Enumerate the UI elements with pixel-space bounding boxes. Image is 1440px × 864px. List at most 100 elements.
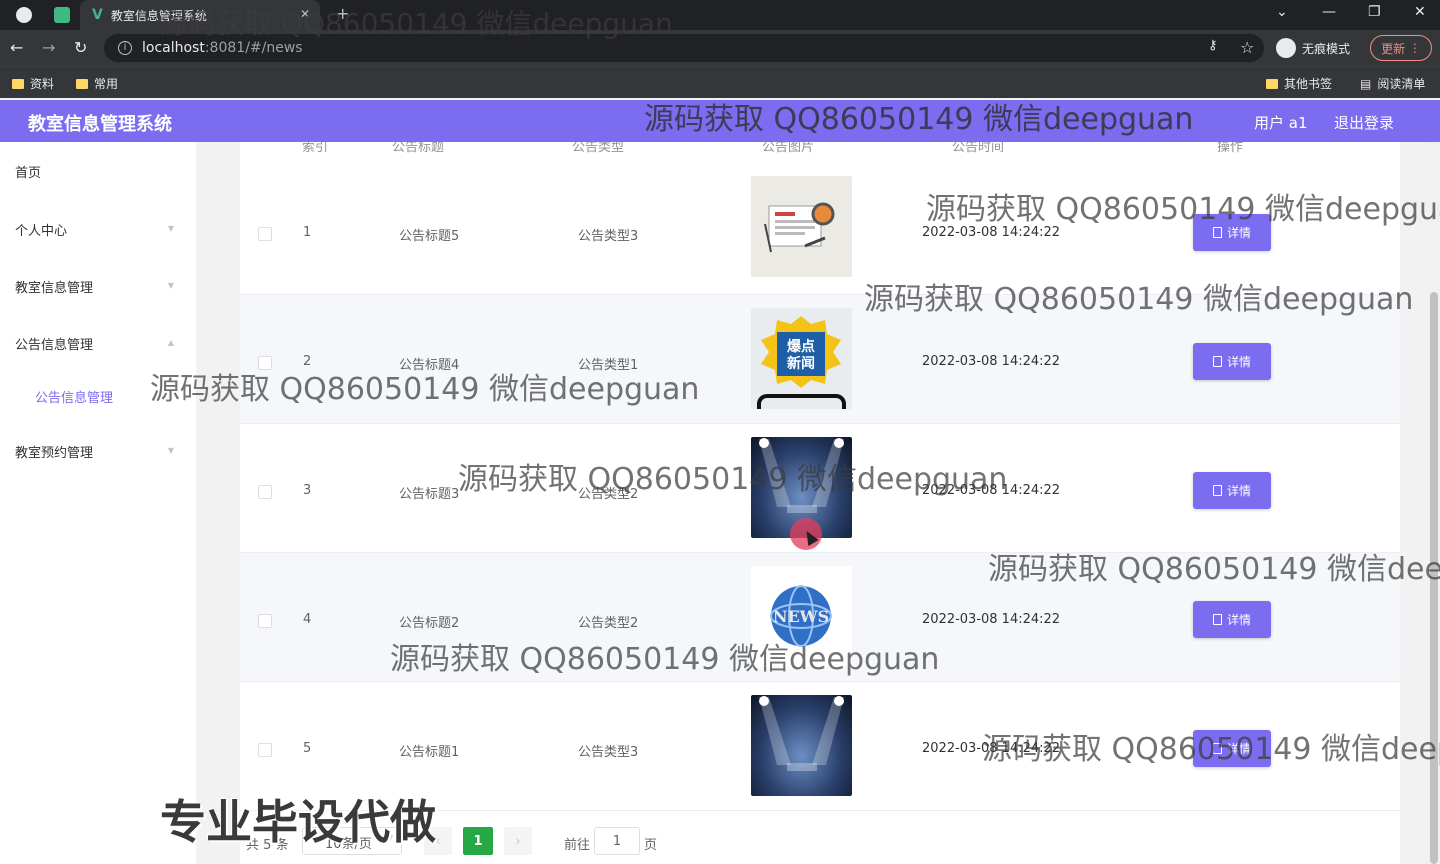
cell-type: 公告类型3 (578, 745, 639, 760)
cell-title: 公告标题3 (399, 487, 460, 502)
cell-index: 3 (303, 483, 312, 498)
sidebar-item-classroom[interactable]: 教室信息管理 (15, 277, 93, 296)
svg-text:新闻: 新闻 (787, 355, 815, 372)
chevron-up-icon: ▲ (167, 338, 174, 347)
goto-label: 前往 (564, 838, 591, 853)
cell-type: 公告类型2 (578, 616, 639, 631)
detail-button[interactable]: 详情 (1193, 214, 1271, 251)
vue-logo-icon: V (92, 7, 103, 23)
page-number-current[interactable]: 1 (463, 827, 493, 855)
url-path: :8081/#/news (204, 40, 303, 56)
detail-label: 详情 (1226, 484, 1251, 498)
bookmark-label: 常用 (94, 77, 119, 91)
main-content: 索引 公告标题 公告类型 公告图片 公告时间 操作 1 公告标题5 公告类型3 (196, 142, 1440, 864)
scrollbar-thumb[interactable] (1430, 292, 1438, 864)
page-scrollbar[interactable] (1428, 142, 1440, 864)
table-row: 4 公告标题2 公告类型2 NEWS 2022-03-08 14:24:22 详… (240, 553, 1400, 682)
next-page-button[interactable]: › (504, 827, 532, 855)
update-button[interactable]: 更新 ⋮ (1370, 35, 1432, 61)
sidebar-item-reservation[interactable]: 教室预约管理 (15, 442, 93, 461)
url-input[interactable]: i localhost:8081/#/news (104, 34, 1264, 62)
sidebar-subitem-notice-active[interactable]: 公告信息管理 (35, 387, 113, 406)
detail-label: 详情 (1226, 613, 1251, 627)
svg-text:NEWS: NEWS (773, 607, 829, 626)
table-header: 索引 公告标题 公告类型 公告图片 公告时间 操作 (240, 142, 1400, 162)
row-checkbox[interactable] (258, 485, 272, 499)
bookmark-folder-other[interactable]: 其他书签 (1266, 75, 1332, 92)
news-paper-image (751, 176, 852, 277)
chevron-down-icon: ▼ (167, 281, 174, 290)
th-title[interactable]: 公告标题 (392, 142, 444, 155)
goto-page-input[interactable] (594, 827, 640, 855)
app-header: 教室信息管理系统 用户 a1 退出登录 (0, 100, 1440, 142)
row-checkbox[interactable] (258, 356, 272, 370)
document-icon (1212, 227, 1222, 238)
window-close-icon[interactable]: ✕ (1414, 4, 1426, 20)
cell-time: 2022-03-08 14:24:22 (922, 225, 1061, 240)
minimize-icon[interactable]: — (1322, 4, 1336, 20)
detail-button[interactable]: 详情 (1193, 730, 1271, 767)
tab-close-icon[interactable]: ✕ (300, 7, 310, 21)
site-info-icon[interactable]: i (118, 41, 132, 55)
row-checkbox[interactable] (258, 743, 272, 757)
tab-title: 教室信息管理系统 (110, 8, 207, 23)
detail-button[interactable]: 详情 (1193, 472, 1271, 509)
bookmark-folder-ziliao[interactable]: 资料 (12, 75, 54, 92)
sidebar-item-profile[interactable]: 个人中心 (15, 220, 67, 239)
reading-list[interactable]: ▤ 阅读清单 (1360, 75, 1425, 92)
key-icon[interactable]: ⚷ (1208, 38, 1218, 53)
cell-title: 公告标题4 (399, 358, 460, 373)
notice-table: 索引 公告标题 公告类型 公告图片 公告时间 操作 1 公告标题5 公告类型3 (240, 142, 1400, 864)
cell-index: 4 (303, 612, 312, 627)
bookmark-folder-changyong[interactable]: 常用 (76, 75, 118, 92)
document-icon (1212, 485, 1222, 496)
promo-banner: 专业毕设代做 (160, 795, 436, 849)
pinned-tab-icon[interactable] (54, 7, 70, 23)
cell-time: 2022-03-08 14:24:22 (922, 612, 1061, 627)
browser-menu-icon[interactable] (16, 7, 32, 23)
browser-tab-bar: V 教室信息管理系统 ✕ + ⌄ — ❐ ✕ (0, 0, 1440, 30)
th-type[interactable]: 公告类型 (572, 142, 624, 155)
th-action: 操作 (1217, 142, 1244, 155)
cell-time: 2022-03-08 14:24:22 (922, 741, 1061, 756)
row-checkbox[interactable] (258, 614, 272, 628)
restore-icon[interactable]: ❐ (1368, 4, 1381, 20)
app-title: 教室信息管理系统 (28, 114, 172, 135)
url-host: localhost (142, 40, 205, 56)
document-icon (1212, 614, 1222, 625)
forward-icon[interactable]: → (42, 38, 55, 57)
sidebar-item-notice[interactable]: 公告信息管理 (15, 334, 93, 353)
bookmark-star-icon[interactable]: ☆ (1240, 38, 1254, 57)
new-tab-button[interactable]: + (336, 4, 349, 23)
th-time[interactable]: 公告时间 (952, 142, 1004, 155)
hot-news-phone-image: 爆点 新闻 (751, 308, 852, 409)
folder-icon (12, 78, 24, 89)
cell-title: 公告标题1 (399, 745, 460, 760)
logout-link[interactable]: 退出登录 (1334, 112, 1394, 133)
th-image[interactable]: 公告图片 (762, 142, 814, 155)
svg-text:爆点: 爆点 (787, 338, 815, 355)
tab-search-icon[interactable]: ⌄ (1276, 4, 1288, 20)
news-globe-image: NEWS (751, 566, 852, 667)
cell-type: 公告类型1 (578, 358, 639, 373)
incognito-indicator[interactable]: 无痕模式 (1276, 34, 1350, 62)
table-row: 2 公告标题4 公告类型1 爆点 新闻 2022-03-08 14:24:22 … (240, 295, 1400, 424)
reload-icon[interactable]: ↻ (74, 38, 87, 57)
th-index: 索引 (302, 142, 329, 155)
sidebar-item-home[interactable]: 首页 (15, 162, 41, 181)
back-icon[interactable]: ← (10, 38, 23, 57)
cell-type: 公告类型3 (578, 229, 639, 244)
row-checkbox[interactable] (258, 227, 272, 241)
cell-type: 公告类型2 (578, 487, 639, 502)
incognito-label: 无痕模式 (1302, 41, 1351, 56)
folder-icon (76, 78, 88, 89)
chevron-down-icon: ▼ (167, 446, 174, 455)
cell-title: 公告标题2 (399, 616, 460, 631)
cell-index: 1 (303, 225, 312, 240)
detail-button[interactable]: 详情 (1193, 343, 1271, 380)
cell-index: 2 (303, 354, 312, 369)
detail-button[interactable]: 详情 (1193, 601, 1271, 638)
browser-tab-active[interactable]: V 教室信息管理系统 ✕ (80, 0, 320, 30)
sidebar: 首页 个人中心 ▼ 教室信息管理 ▼ 公告信息管理 ▲ 公告信息管理 教室预约管… (0, 142, 196, 864)
cell-time: 2022-03-08 14:24:22 (922, 483, 1061, 498)
